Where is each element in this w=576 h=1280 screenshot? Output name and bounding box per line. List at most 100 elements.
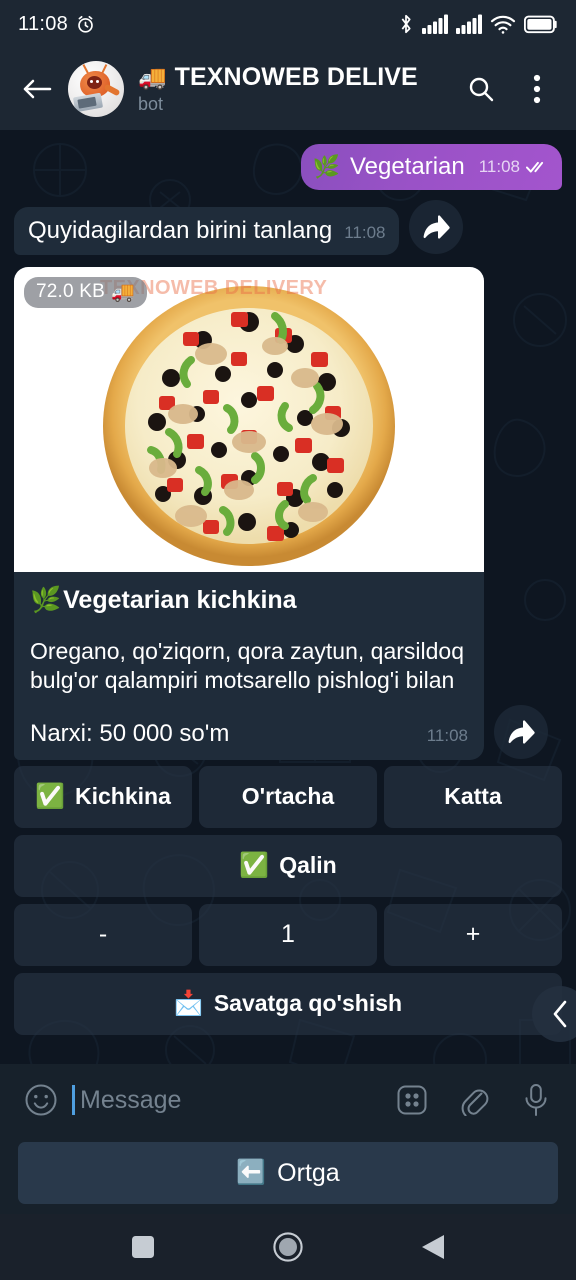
app-header: 🚚 TEXNOWEB DELIVE bot (0, 48, 576, 130)
nav-back-button[interactable] (403, 1225, 463, 1269)
nav-recents-button[interactable] (113, 1225, 173, 1269)
bot-commands-icon (396, 1084, 428, 1116)
chat-area: 🌿 Vegetarian 11:08 Quyidagilardan birini… (0, 130, 576, 1064)
incoming-message-text: Quyidagilardan birini tanlang (28, 217, 333, 244)
forward-button[interactable] (494, 704, 548, 759)
product-price: Narxi: 50 000 so'm (30, 719, 230, 747)
page-title: TEXNOWEB DELIVE (174, 63, 418, 91)
inline-keyboard-row: 📩 Savatga qo'shish (14, 972, 562, 1035)
message-input-placeholder: Message (80, 1085, 182, 1114)
status-bar: 11:08 (0, 0, 576, 48)
wifi-icon (490, 14, 516, 34)
size-button-katta[interactable]: Katta (384, 765, 562, 828)
forward-arrow-icon (506, 719, 536, 745)
smiley-icon (24, 1083, 58, 1117)
add-to-cart-label: Savatga qo'shish (213, 990, 403, 1017)
alarm-icon (75, 14, 96, 35)
size-button-label: Katta (444, 783, 502, 810)
quantity-increase-button[interactable]: + (384, 903, 562, 966)
reply-keyboard-back-button[interactable]: ⬅️ Ortga (18, 1142, 558, 1204)
outgoing-message-text: Vegetarian (349, 153, 465, 180)
size-button-kichkina[interactable]: ✅ Kichkina (14, 765, 192, 828)
outgoing-message-bubble[interactable]: 🌿 Vegetarian 11:08 (300, 144, 562, 190)
size-button-label: O'rtacha (241, 783, 335, 810)
chat-subtitle: bot (138, 94, 164, 114)
search-icon (467, 75, 495, 103)
product-price-row: Narxi: 50 000 so'm 11:08 (30, 720, 468, 748)
file-size-badge: 72.0 KB 🚚 (24, 277, 147, 308)
more-options-icon (533, 74, 541, 104)
back-arrow-icon (22, 76, 52, 102)
message-row-product-card: 72.0 KB 🚚 TEXNOWEB DELIVERY 🌿 Vegetarian… (0, 267, 576, 760)
back-button[interactable] (14, 66, 60, 112)
incoming-message-time: 11:08 (344, 223, 386, 242)
check-mark-icon: ✅ (35, 782, 65, 810)
header-actions (456, 64, 562, 114)
product-card-time: 11:08 (426, 725, 468, 745)
add-to-cart-button[interactable]: 📩 Savatga qo'shish (14, 972, 562, 1035)
message-input[interactable]: Message (64, 1085, 390, 1115)
forward-arrow-icon (421, 214, 451, 240)
pizza-image (103, 285, 395, 566)
composer-actions (390, 1078, 558, 1122)
message-list: 🌿 Vegetarian 11:08 Quyidagilardan birini… (0, 130, 576, 1064)
text-cursor (72, 1085, 75, 1115)
microphone-icon (523, 1083, 549, 1117)
message-composer: Message (0, 1064, 576, 1136)
avatar[interactable] (68, 61, 124, 117)
emoji-button[interactable] (18, 1077, 64, 1123)
chevron-left-icon (550, 999, 570, 1029)
android-nav-bar (0, 1214, 576, 1280)
status-time: 11:08 (18, 12, 69, 35)
product-card-body: 🌿 Vegetarian kichkina Oregano, qo'ziqorn… (14, 572, 484, 760)
product-photo[interactable]: 72.0 KB 🚚 TEXNOWEB DELIVERY (14, 267, 484, 572)
quantity-stepper: - 1 + (14, 903, 562, 966)
nav-home-button[interactable] (258, 1225, 318, 1269)
back-triangle-icon (421, 1234, 445, 1260)
status-bar-left: 11:08 (18, 13, 96, 36)
home-circle-icon (273, 1232, 303, 1262)
check-mark-icon: ✅ (239, 851, 270, 879)
product-description: Oregano, qo'ziqorn, qora zaytun, qarsild… (30, 638, 464, 694)
attach-button[interactable] (452, 1078, 496, 1122)
bluetooth-icon (398, 13, 414, 35)
search-button[interactable] (456, 64, 506, 114)
reply-keyboard-back-label: Ortga (277, 1158, 340, 1187)
read-checks-icon (526, 160, 548, 174)
forward-button[interactable] (409, 200, 464, 254)
quantity-decrease-button[interactable]: - (14, 903, 192, 966)
voice-record-button[interactable] (514, 1078, 558, 1122)
dough-button-qalin[interactable]: ✅ Qalin (14, 834, 562, 897)
battery-icon (524, 15, 558, 34)
inline-keyboard-row: ✅ Qalin (14, 834, 562, 897)
signal-icon (422, 14, 448, 34)
dough-button-label: Qalin (279, 852, 337, 879)
message-row-outgoing: 🌿 Vegetarian 11:08 (0, 144, 576, 190)
recents-square-icon (131, 1236, 154, 1258)
reply-keyboard: ⬅️ Ortga (0, 1136, 576, 1214)
status-bar-right (398, 13, 558, 35)
message-row-incoming: Quyidagilardan birini tanlang 11:08 (0, 200, 576, 255)
size-button-label: Kichkina (75, 783, 171, 810)
outgoing-message-meta: 11:08 (479, 157, 548, 177)
truck-icon: 🚚 (138, 64, 167, 90)
inline-keyboard: ✅ Kichkina O'rtacha Katta ✅ Qalin - 1 + … (0, 765, 576, 1035)
paperclip-icon (459, 1084, 489, 1116)
size-button-ortacha[interactable]: O'rtacha (199, 765, 377, 828)
outgoing-message-time: 11:08 (478, 157, 520, 176)
bot-commands-button[interactable] (390, 1078, 434, 1122)
chat-title-block[interactable]: 🚚 TEXNOWEB DELIVE bot (138, 63, 456, 115)
inbox-tray-icon: 📩 (173, 989, 204, 1017)
herb-icon: 🌿 (30, 586, 62, 614)
signal-icon (456, 14, 482, 34)
product-title-row: 🌿 Vegetarian kichkina (30, 586, 468, 615)
left-arrow-icon: ⬅️ (236, 1159, 267, 1186)
truck-icon: 🚚 (111, 282, 135, 303)
phone-screen: 11:08 🚚 TEXNOWEB DELIVE bot 🌿 Vegetarian… (0, 0, 576, 1280)
quantity-value[interactable]: 1 (199, 903, 377, 966)
more-options-button[interactable] (512, 64, 562, 114)
product-title: Vegetarian kichkina (63, 586, 297, 614)
herb-icon: 🌿 (312, 154, 340, 179)
incoming-message-bubble[interactable]: Quyidagilardan birini tanlang 11:08 (14, 207, 400, 255)
product-card[interactable]: 72.0 KB 🚚 TEXNOWEB DELIVERY 🌿 Vegetarian… (14, 267, 484, 760)
